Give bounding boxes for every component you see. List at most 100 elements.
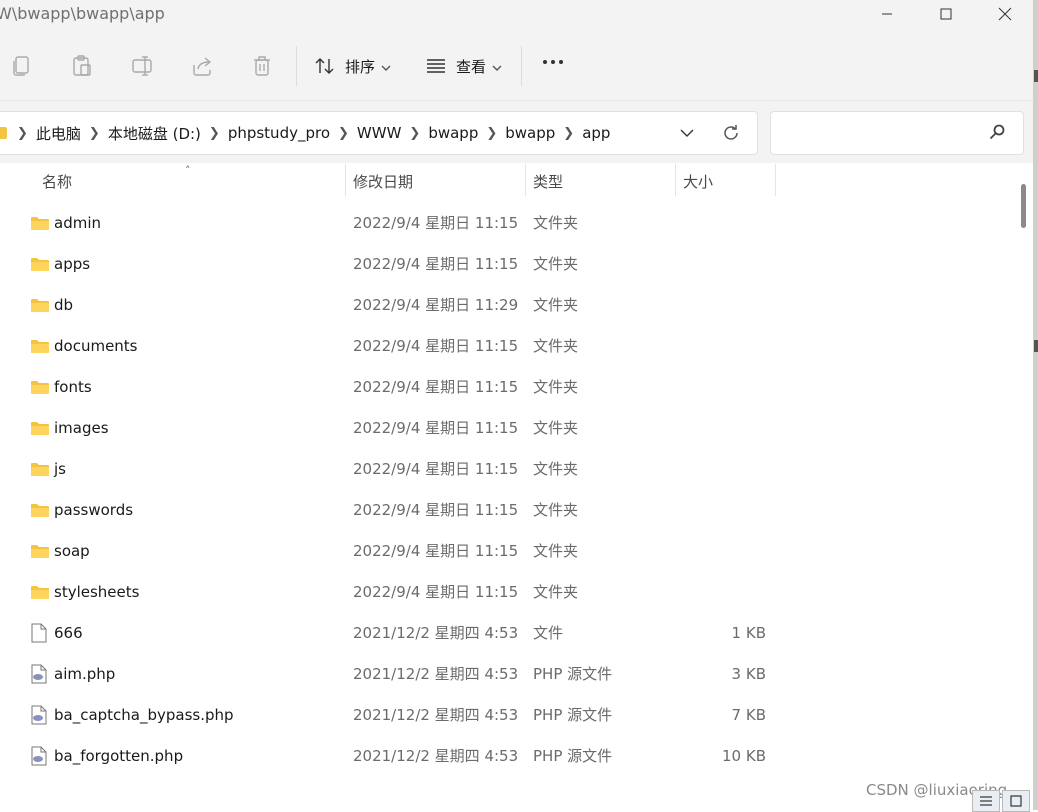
column-header-row: 名称 ˄ 修改日期 类型 大小: [0, 164, 1020, 200]
breadcrumb-item[interactable]: app: [574, 124, 618, 142]
column-header-size[interactable]: 大小: [683, 164, 713, 200]
file-modified-date: 2021/12/2 星期四 4:53: [353, 747, 519, 765]
maximize-icon: [940, 8, 952, 20]
delete-button[interactable]: [248, 52, 276, 80]
share-button[interactable]: [188, 52, 216, 80]
share-icon: [193, 57, 212, 76]
address-bar[interactable]: ❯ 此电脑 ❯ 本地磁盘 (D:) ❯ phpstudy_pro ❯ WWW ❯…: [0, 111, 758, 155]
php-file-icon: [30, 664, 48, 688]
sort-button[interactable]: 排序: [315, 52, 391, 80]
file-modified-date: 2022/9/4 星期日 11:15: [353, 214, 519, 232]
file-modified-date: 2021/12/2 星期四 4:53: [353, 706, 519, 724]
close-icon: [998, 7, 1012, 21]
refresh-button[interactable]: [721, 123, 741, 147]
file-row[interactable]: ba_forgotten.php 2021/12/2 星期四 4:53 PHP 源文…: [20, 736, 1020, 777]
column-header-type[interactable]: 类型: [533, 164, 563, 200]
file-type: 文件夹: [533, 419, 579, 437]
copy-icon: [13, 56, 29, 76]
file-row[interactable]: js 2022/9/4 星期日 11:15 文件夹: [20, 449, 1020, 490]
breadcrumb-item[interactable]: WWW: [349, 124, 410, 142]
vertical-scrollbar[interactable]: [1018, 164, 1028, 810]
paste-button[interactable]: [68, 52, 96, 80]
folder-icon: [30, 502, 50, 522]
file-name: ba_captcha_bypass.php: [54, 706, 234, 724]
view-icon: [427, 59, 445, 73]
column-divider[interactable]: [525, 164, 526, 196]
search-box[interactable]: [770, 111, 1024, 155]
toolbar-divider: [521, 46, 522, 86]
breadcrumb-item[interactable]: bwapp: [420, 124, 486, 142]
folder-icon: [30, 297, 50, 317]
search-icon[interactable]: [989, 124, 1005, 144]
file-name: aim.php: [54, 665, 116, 683]
window-title: W\bwapp\bwapp\app: [0, 4, 165, 23]
file-name: 666: [54, 624, 83, 642]
column-divider[interactable]: [775, 164, 776, 196]
file-name: documents: [54, 337, 138, 355]
rename-icon: [132, 56, 152, 76]
rename-button[interactable]: [128, 52, 156, 80]
folder-icon: [0, 127, 7, 139]
refresh-icon: [724, 125, 738, 140]
file-type: 文件夹: [533, 214, 579, 232]
file-row[interactable]: 666 2021/12/2 星期四 4:53 文件 1 KB: [20, 613, 1020, 654]
folder-icon: [30, 461, 50, 481]
chevron-down-icon: [680, 129, 694, 137]
file-row[interactable]: admin 2022/9/4 星期日 11:15 文件夹: [20, 203, 1020, 244]
file-name: js: [54, 460, 66, 478]
file-row[interactable]: images 2022/9/4 星期日 11:15 文件夹: [20, 408, 1020, 449]
file-row[interactable]: aim.php 2021/12/2 星期四 4:53 PHP 源文件 3 KB: [20, 654, 1020, 695]
folder-icon: [30, 543, 50, 563]
view-toggle: [972, 790, 1030, 812]
file-row[interactable]: apps 2022/9/4 星期日 11:15 文件夹: [20, 244, 1020, 285]
column-header-name[interactable]: 名称: [42, 164, 72, 200]
paste-icon: [73, 55, 91, 76]
file-row[interactable]: db 2022/9/4 星期日 11:29 文件夹: [20, 285, 1020, 326]
file-modified-date: 2022/9/4 星期日 11:15: [353, 501, 519, 519]
search-input[interactable]: [779, 120, 983, 146]
details-view-button[interactable]: [972, 790, 1000, 812]
file-type: 文件夹: [533, 337, 579, 355]
php-file-icon: [30, 746, 48, 770]
view-button[interactable]: 查看: [426, 52, 502, 80]
breadcrumb-item[interactable]: 本地磁盘 (D:): [100, 123, 209, 144]
file-type: PHP 源文件: [533, 706, 613, 724]
breadcrumb-item[interactable]: bwapp: [497, 124, 563, 142]
folder-icon: [30, 420, 50, 440]
file-type: 文件夹: [533, 378, 579, 396]
php-file-icon: [30, 705, 48, 729]
breadcrumb-item[interactable]: phpstudy_pro: [220, 124, 338, 142]
tiles-view-icon: [1010, 795, 1022, 807]
address-history-button[interactable]: [679, 125, 695, 145]
file-size: 10 KB: [722, 747, 766, 765]
file-row[interactable]: documents 2022/9/4 星期日 11:15 文件夹: [20, 326, 1020, 367]
file-type: 文件夹: [533, 460, 579, 478]
file-list: 名称 ˄ 修改日期 类型 大小 admin 2022/9/4 星期日 11:15 文…: [0, 164, 1033, 810]
file-row[interactable]: ba_captcha_bypass.php 2021/12/2 星期四 4:53 P…: [20, 695, 1020, 736]
minimize-button[interactable]: [864, 0, 910, 28]
maximize-button[interactable]: [923, 0, 969, 28]
file-row[interactable]: fonts 2022/9/4 星期日 11:15 文件夹: [20, 367, 1020, 408]
copy-button[interactable]: [8, 52, 36, 80]
background-window-mark: [1034, 70, 1038, 82]
file-modified-date: 2022/9/4 星期日 11:29: [353, 296, 519, 314]
close-button[interactable]: [982, 0, 1028, 28]
more-options-button[interactable]: [543, 60, 563, 64]
file-modified-date: 2022/9/4 星期日 11:15: [353, 419, 519, 437]
tiles-view-button[interactable]: [1002, 790, 1030, 812]
folder-icon: [30, 584, 50, 604]
scrollbar-thumb[interactable]: [1021, 184, 1026, 228]
column-divider[interactable]: [675, 164, 676, 196]
address-row: ❯ 此电脑 ❯ 本地磁盘 (D:) ❯ phpstudy_pro ❯ WWW ❯…: [0, 101, 1033, 163]
breadcrumb: ❯ 此电脑 ❯ 本地磁盘 (D:) ❯ phpstudy_pro ❯ WWW ❯…: [17, 112, 618, 154]
file-row[interactable]: stylesheets 2022/9/4 星期日 11:15 文件夹: [20, 572, 1020, 613]
column-divider[interactable]: [345, 164, 346, 196]
file-row[interactable]: passwords 2022/9/4 星期日 11:15 文件夹: [20, 490, 1020, 531]
file-type: PHP 源文件: [533, 665, 613, 683]
column-header-date[interactable]: 修改日期: [353, 164, 413, 200]
file-name: fonts: [54, 378, 92, 396]
file-type: 文件: [533, 624, 564, 642]
file-row[interactable]: soap 2022/9/4 星期日 11:15 文件夹: [20, 531, 1020, 572]
breadcrumb-item[interactable]: 此电脑: [28, 123, 89, 144]
file-type: 文件夹: [533, 542, 579, 560]
